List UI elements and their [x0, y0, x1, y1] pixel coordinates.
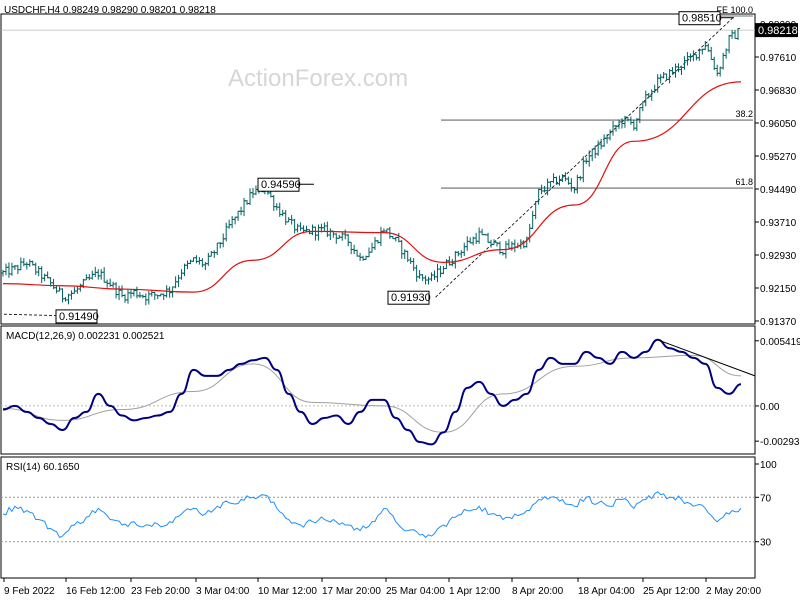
rsi-line	[2, 491, 742, 539]
projection-line	[435, 17, 734, 298]
price-callout-label: 0.94590	[261, 179, 301, 191]
chart-svg: ActionForex.com USDCHF,H4 0.98249 0.9829…	[0, 5, 800, 597]
rsi-panel: RSI(14) 60.1650 100 70 30	[0, 456, 777, 579]
macd-panel: MACD(12,26,9) 0.002231 0.002521 0.005419…	[0, 325, 800, 455]
price-callout: 0.91930	[387, 290, 431, 305]
rsi-header: RSI(14) 60.1650	[6, 462, 80, 473]
y-tick-label: 0.92150	[760, 284, 797, 295]
trend-layer	[3, 17, 734, 317]
price-callout-label: 0.91490	[59, 311, 99, 323]
y-tick-label: 0.97610	[760, 53, 797, 64]
price-callout: 0.98510	[678, 11, 722, 26]
rsi-panel-frame	[0, 456, 756, 579]
y-tick-label: 0.94490	[760, 185, 797, 196]
macd-header: MACD(12,26,9) 0.002231 0.002521	[6, 331, 165, 342]
y-tick-label: 0.92930	[760, 251, 797, 262]
x-tick-label: 25 Apr 12:00	[643, 586, 700, 597]
last-price-tag: 0.98218	[755, 23, 798, 38]
x-tick-label: 25 Mar 04:00	[386, 586, 445, 597]
fib-label: 38.2	[735, 109, 753, 119]
main-header: USDCHF,H4 0.98249 0.98290 0.98201 0.9821…	[4, 5, 216, 16]
chart-root: ActionForex.com USDCHF,H4 0.98249 0.9829…	[0, 0, 800, 600]
macd-y-tick-label: 0.005419	[760, 337, 800, 348]
y-tick-label: 0.96830	[760, 86, 797, 97]
x-tick-label: 10 Mar 12:00	[258, 586, 317, 597]
macd-y-tick-label: -0.00293	[760, 437, 800, 448]
price-callout-label: 0.91930	[391, 292, 431, 304]
x-tick-label: 18 Apr 04:00	[578, 586, 635, 597]
x-tick-label: 23 Feb 20:00	[131, 586, 190, 597]
macd-y-tick-label: 0.00	[760, 402, 780, 413]
x-tick-label: 17 Mar 20:00	[322, 586, 381, 597]
fib-label: FE 100.0	[716, 5, 753, 15]
y-tick-label: 0.95270	[760, 152, 797, 163]
rsi-y-tick-label: 100	[760, 460, 777, 471]
watermark: ActionForex.com	[228, 65, 408, 92]
x-axis: 9 Feb 2022 16 Feb 12:00 23 Feb 20:00 3 Mar …	[3, 578, 761, 597]
x-tick-label: 8 Apr 20:00	[512, 586, 564, 597]
y-tick-label: 0.93710	[760, 218, 797, 229]
price-callout-label: 0.98510	[682, 13, 722, 25]
main-panel-frame	[0, 13, 756, 325]
x-tick-label: 16 Feb 12:00	[66, 586, 125, 597]
y-tick-label: 0.96050	[760, 119, 797, 130]
sma-line	[2, 81, 742, 293]
x-tick-label: 1 Apr 12:00	[449, 586, 501, 597]
x-tick-label: 2 May 20:00	[706, 586, 761, 597]
y-tick-label: 0.91370	[760, 317, 797, 328]
macd-panel-frame	[0, 325, 756, 455]
macd-line	[2, 338, 742, 446]
price-callout: 0.94590	[257, 177, 301, 192]
price-callout: 0.91490	[55, 309, 99, 324]
x-tick-label: 9 Feb 2022	[4, 586, 55, 597]
last-price-tag-label: 0.98218	[758, 25, 798, 37]
x-tick-label: 3 Mar 04:00	[196, 586, 250, 597]
rsi-y-tick-label: 70	[760, 493, 772, 504]
annotations-layer: 0.91490 0.94590 0.91930 0.98510 0.98218	[55, 11, 798, 324]
fib-layer: FE 100.0 38.2 61.8	[1, 5, 755, 189]
main-y-axis: 0.983900.976100.968300.960500.952700.944…	[755, 20, 797, 328]
macd-y-axis: 0.005419 0.00 -0.00293	[1, 337, 800, 448]
main-panel: ActionForex.com USDCHF,H4 0.98249 0.9829…	[0, 5, 798, 328]
fib-label: 61.8	[735, 177, 753, 187]
rsi-y-axis: 100 70 30	[1, 460, 777, 549]
rsi-y-tick-label: 30	[760, 538, 772, 549]
macd-signal-line	[2, 354, 742, 433]
macd-trendline	[657, 339, 756, 377]
